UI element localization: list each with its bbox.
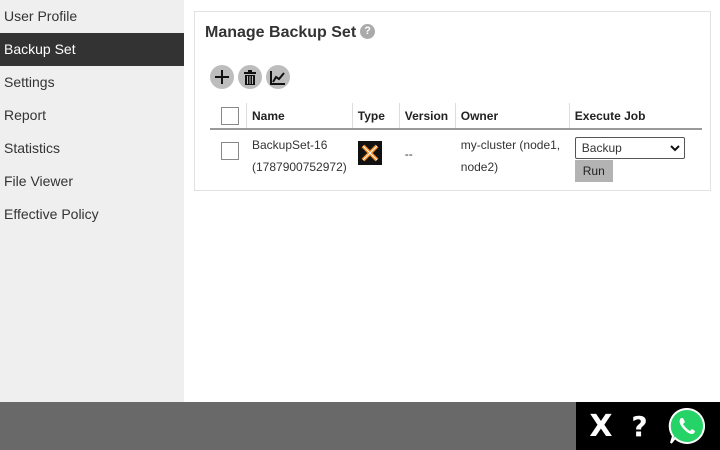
close-icon[interactable]: X [589, 409, 612, 444]
header-execute-job: Execute Job [568, 103, 702, 130]
sidebar: User Profile Backup Set Settings Report … [0, 0, 184, 402]
type-cell [351, 129, 400, 186]
job-type-selected: Backup [581, 141, 622, 155]
select-all-checkbox[interactable] [220, 107, 239, 125]
execute-job-cell: Backup Run [568, 129, 702, 186]
footer-bar: X ? [0, 402, 720, 450]
owner-line-1: my-cluster (node1, [460, 138, 561, 152]
table-header-row: Name Type Version Owner Execute Job [210, 103, 702, 130]
sidebar-item-user-profile[interactable]: User Profile [0, 0, 184, 33]
job-type-select[interactable]: Backup [574, 137, 685, 159]
name-cell: BackupSet-16 (1787900752972) [246, 129, 353, 186]
sidebar-item-statistics[interactable]: Statistics [0, 132, 184, 165]
table-row: BackupSet-16 (1787900752972) -- my-clust… [210, 129, 702, 186]
sidebar-item-file-viewer[interactable]: File Viewer [0, 165, 184, 198]
add-icon [215, 70, 229, 84]
chart-icon [270, 70, 285, 85]
main-content: Manage Backup Set ? Name Type Version Ow… [184, 0, 720, 402]
run-button[interactable]: Run [574, 160, 613, 182]
statistics-button[interactable] [266, 65, 290, 89]
help-icon[interactable]: ? [631, 410, 647, 443]
header-version: Version [398, 103, 456, 130]
backup-set-name[interactable]: BackupSet-16 [252, 134, 347, 156]
backup-set-id: (1787900752972) [252, 160, 347, 174]
chevron-down-icon [670, 144, 680, 151]
sidebar-item-settings[interactable]: Settings [0, 66, 184, 99]
sidebar-item-effective-policy[interactable]: Effective Policy [0, 198, 184, 231]
header-owner: Owner [454, 103, 570, 130]
backup-set-table: Name Type Version Owner Execute Job Back… [210, 103, 702, 186]
footer-actions: X ? [576, 402, 720, 450]
add-button[interactable] [210, 65, 234, 89]
row-select-cell [210, 129, 247, 186]
version-cell: -- [398, 129, 456, 186]
owner-cell: my-cluster (node1, node2) [454, 129, 570, 186]
delete-button[interactable] [238, 65, 262, 89]
owner-line-2: node2) [460, 160, 499, 174]
sidebar-item-backup-set[interactable]: Backup Set [0, 33, 184, 66]
sidebar-item-report[interactable]: Report [0, 99, 184, 132]
help-icon[interactable]: ? [360, 23, 376, 39]
whatsapp-icon[interactable] [667, 406, 707, 446]
manage-backup-set-panel: Manage Backup Set ? Name Type Version Ow… [194, 11, 711, 191]
trash-icon [244, 69, 256, 85]
select-all-header [210, 103, 247, 130]
row-checkbox[interactable] [221, 142, 239, 160]
page-title-text: Manage Backup Set [205, 24, 357, 41]
header-type: Type [351, 103, 400, 130]
toolbar [210, 65, 290, 89]
page-title: Manage Backup Set ? [205, 23, 376, 42]
x-orange-icon [357, 141, 382, 165]
header-name: Name [246, 103, 353, 130]
